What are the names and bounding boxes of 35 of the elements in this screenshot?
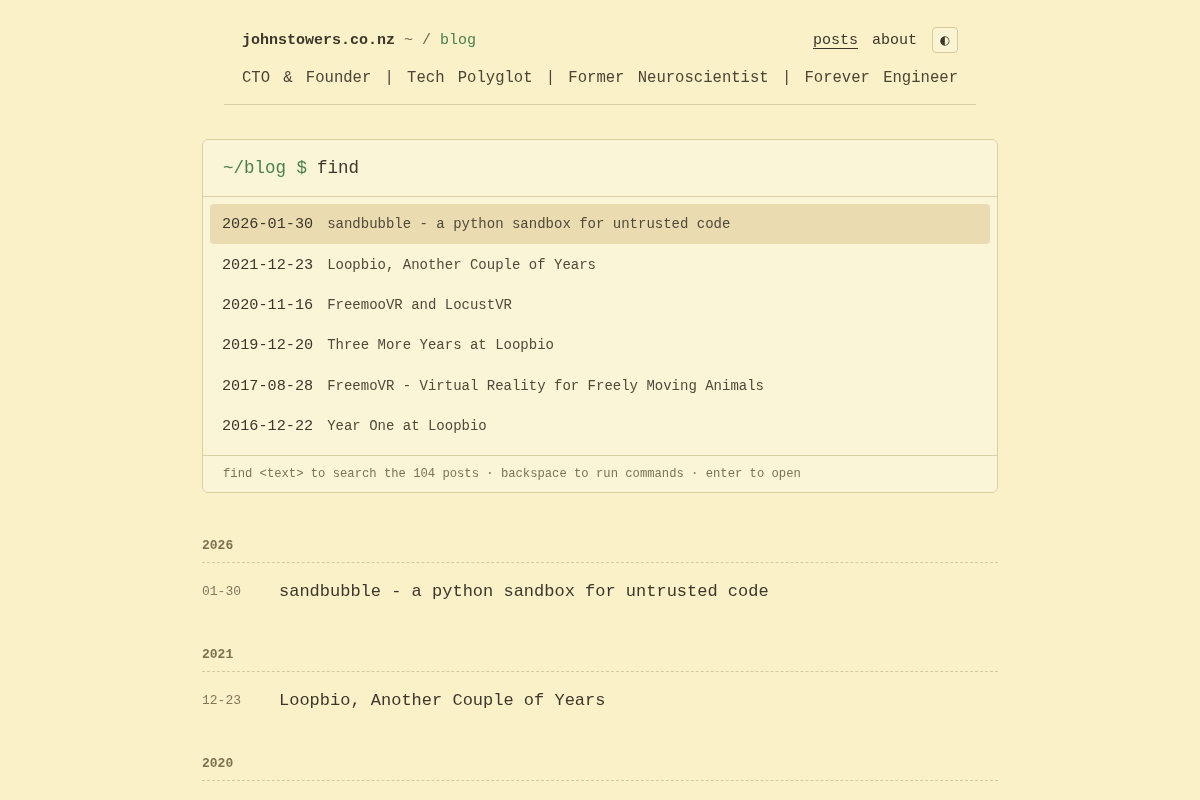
result-title: Loopbio, Another Couple of Years <box>327 256 596 273</box>
result-date: 2021-12-23 <box>222 255 314 274</box>
result-date: 2019-12-20 <box>222 336 314 355</box>
command-input[interactable]: find <box>317 158 977 178</box>
result-title: FreemoVR - Virtual Reality for Freely Moving Animals <box>327 377 764 394</box>
year-heading: 2026 <box>202 538 998 564</box>
result-item[interactable]: 2021-12-23 Loopbio, Another Couple of Years <box>210 244 990 285</box>
path-separator: ~ / <box>404 31 432 49</box>
year-heading: 2021 <box>202 647 998 673</box>
section-link[interactable]: blog <box>440 31 477 49</box>
result-item[interactable]: 2016-12-22 Year One at Loopbio <box>210 405 990 447</box>
result-date: 2017-08-28 <box>222 376 314 395</box>
tagline: CTO & Founder | Tech Polyglot | Former Neuroscientist | Forever Engineer <box>242 69 958 87</box>
result-item[interactable]: 2019-12-20 Three More Years at Loopbio <box>210 325 990 366</box>
result-date: 2020-11-16 <box>222 295 314 314</box>
theme-toggle-button[interactable]: ◐ <box>932 27 958 53</box>
result-date: 2016-12-22 <box>222 417 314 436</box>
nav-link[interactable]: posts <box>812 31 858 49</box>
site-name-link[interactable]: johnstowers.co.nz <box>242 31 396 49</box>
post-title-link[interactable]: Loopbio, Another Couple of Years <box>279 690 998 710</box>
prompt-label: ~/blog $ <box>223 158 307 178</box>
result-date: 2026-01-30 <box>222 215 314 234</box>
result-item[interactable]: 2017-08-28 FreemoVR - Virtual Reality for Freely Moving Animals <box>210 365 990 406</box>
nav-link[interactable]: about <box>872 31 917 49</box>
year-heading: 2020 <box>202 756 998 782</box>
result-title: Year One at Loopbio <box>327 418 487 435</box>
result-item[interactable]: 2026-01-30 sandbubble - a python sandbox for untrusted code <box>210 204 990 245</box>
post-date: 01-30 <box>202 583 242 599</box>
result-title: Three More Years at Loopbio <box>327 337 554 354</box>
post-title-link[interactable]: sandbubble - a python sandbox for untrusted code <box>279 581 998 601</box>
keyboard-hint: find <text> to search the 104 posts · backspace to run commands · enter to open <box>223 467 801 482</box>
post-date: 12-23 <box>202 692 242 708</box>
result-title: FreemooVR and LocustVR <box>327 296 512 313</box>
result-item[interactable]: 2020-11-16 FreemooVR and LocustVR <box>210 284 990 326</box>
result-title: sandbubble - a python sandbox for untrusted code <box>327 216 731 233</box>
